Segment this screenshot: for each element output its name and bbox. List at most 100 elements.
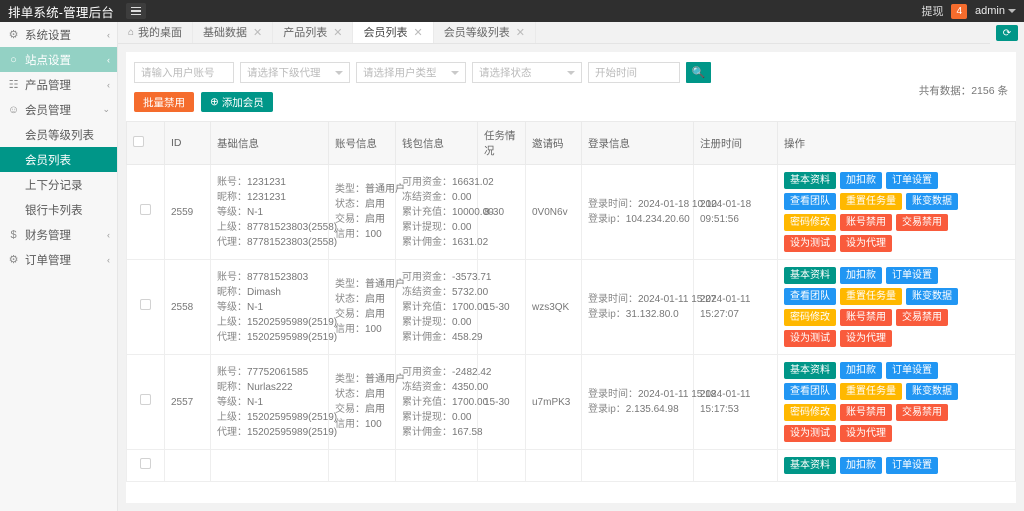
row-checkbox[interactable] <box>140 204 151 215</box>
op-button[interactable]: 查看团队 <box>784 193 836 210</box>
withdraw-link[interactable]: 提现 <box>921 3 943 19</box>
money-icon: $ <box>10 228 17 241</box>
op-button[interactable]: 订单设置 <box>886 267 938 284</box>
cell-task-status <box>477 449 526 482</box>
op-button[interactable]: 交易禁用 <box>896 309 948 326</box>
op-button[interactable]: 设为代理 <box>840 425 892 442</box>
op-button[interactable]: 加扣款 <box>840 457 882 474</box>
cell-register-time: 2024-01-11 15:17:53 <box>693 354 778 450</box>
op-button[interactable]: 密码修改 <box>784 309 836 326</box>
op-button[interactable]: 订单设置 <box>886 457 938 474</box>
tab-member-level-list[interactable]: 会员等级列表 ✕ <box>434 22 536 43</box>
close-icon[interactable]: ✕ <box>253 26 262 39</box>
op-button[interactable]: 重置任务量 <box>840 288 902 305</box>
status-select-label: 请选择状态 <box>479 67 532 79</box>
row-checkbox[interactable] <box>140 394 151 405</box>
op-button[interactable]: 账变数据 <box>906 288 958 305</box>
operation-row: 查看团队 重置任务量 账变数据 <box>784 193 1009 210</box>
agent-select[interactable]: 请选择下级代理 <box>240 62 350 83</box>
close-icon[interactable]: ✕ <box>413 26 422 39</box>
search-icon[interactable]: 🔍 <box>686 62 711 83</box>
table-row: 基本资料 加扣款 订单设置 <box>126 449 1016 482</box>
op-button[interactable]: 订单设置 <box>886 362 938 379</box>
op-button[interactable]: 密码修改 <box>784 214 836 231</box>
sidebar-item-label: 银行卡列表 <box>25 204 83 217</box>
operation-row: 密码修改 账号禁用 交易禁用 <box>784 309 1009 326</box>
sidebar-item-bank-card-list[interactable]: 银行卡列表 <box>0 197 117 222</box>
cell-login-info <box>581 449 694 482</box>
op-button[interactable]: 账变数据 <box>906 193 958 210</box>
op-button[interactable]: 账号禁用 <box>840 214 892 231</box>
cell-basic-info: 账号：1231231 昵称：1231231 等级：N-1 上级：87781523803… <box>210 164 337 260</box>
refresh-icon[interactable]: ⟳ <box>996 25 1018 41</box>
sidebar-item-label: 会员等级列表 <box>25 129 94 142</box>
op-button[interactable]: 加扣款 <box>840 362 882 379</box>
cell-account-info: 类型：普通用户 状态：启用 交易：启用 信用：100 <box>328 259 405 355</box>
op-button[interactable]: 重置任务量 <box>840 383 902 400</box>
add-member-button[interactable]: ⊕ 添加会员 <box>201 92 273 112</box>
row-checkbox[interactable] <box>140 299 151 310</box>
tab-label: 会员等级列表 <box>443 27 510 39</box>
select-all-header <box>126 121 165 165</box>
batch-disable-button[interactable]: 批量禁用 <box>134 92 194 112</box>
sidebar-item-member-list[interactable]: 会员列表 <box>0 147 117 172</box>
close-icon[interactable]: ✕ <box>516 26 525 39</box>
op-button[interactable]: 订单设置 <box>886 172 938 189</box>
op-button[interactable]: 设为代理 <box>840 330 892 347</box>
op-button[interactable]: 设为测试 <box>784 330 836 347</box>
chevron-down-icon <box>567 70 575 75</box>
sidebar-item-site-settings[interactable]: ○ 站点设置 ‹ <box>0 47 117 72</box>
sidebar-item-finance-management[interactable]: $ 财务管理 ‹ <box>0 222 117 247</box>
op-button[interactable]: 交易禁用 <box>896 404 948 421</box>
op-button[interactable]: 基本资料 <box>784 362 836 379</box>
tab-product-list[interactable]: 产品列表 ✕ <box>273 22 354 43</box>
sidebar-item-system-settings[interactable]: ⚙ 系统设置 ‹ <box>0 22 117 47</box>
sidebar-item-order-management[interactable]: ⚙ 订单管理 ‹ <box>0 247 117 272</box>
op-button[interactable]: 设为测试 <box>784 425 836 442</box>
close-icon[interactable]: ✕ <box>333 26 342 39</box>
column-header-wallet-info: 钱包信息 <box>395 121 478 165</box>
table-body: 2559 账号：1231231 昵称：1231231 等级：N-1 上级：8778152… <box>126 164 1016 482</box>
column-header-operations: 操作 <box>777 121 1016 165</box>
admin-menu[interactable]: admin <box>975 5 1016 17</box>
op-button[interactable]: 基本资料 <box>784 457 836 474</box>
op-button[interactable]: 交易禁用 <box>896 214 948 231</box>
op-button[interactable]: 加扣款 <box>840 267 882 284</box>
filter-bar: 请输入用户账号 请选择下级代理 请选择用户类型 请选择状态 开始时间 🔍 <box>126 52 1016 83</box>
start-time-input[interactable]: 开始时间 <box>588 62 680 83</box>
op-button[interactable]: 查看团队 <box>784 383 836 400</box>
tab-label: 基础数据 <box>203 27 248 39</box>
row-select-cell <box>126 354 165 450</box>
row-select-cell <box>126 164 165 260</box>
op-button[interactable]: 查看团队 <box>784 288 836 305</box>
op-button[interactable]: 账号禁用 <box>840 404 892 421</box>
usertype-select[interactable]: 请选择用户类型 <box>356 62 466 83</box>
sidebar-item-credit-records[interactable]: 上下分记录 <box>0 172 117 197</box>
row-checkbox[interactable] <box>140 457 151 469</box>
tab-my-desktop[interactable]: ⌂ 我的桌面 <box>118 22 194 43</box>
select-all-checkbox[interactable] <box>133 136 144 147</box>
op-button[interactable]: 账变数据 <box>906 383 958 400</box>
op-button[interactable]: 重置任务量 <box>840 193 902 210</box>
chevron-left-icon: ‹ <box>107 229 110 240</box>
op-button[interactable]: 基本资料 <box>784 172 836 189</box>
sidebar-item-product-management[interactable]: ☷ 产品管理 ‹ <box>0 72 117 97</box>
op-button[interactable]: 账号禁用 <box>840 309 892 326</box>
sidebar-item-label: 财务管理 <box>25 229 71 242</box>
op-button[interactable]: 设为代理 <box>840 235 892 252</box>
op-button[interactable]: 密码修改 <box>784 404 836 421</box>
status-select[interactable]: 请选择状态 <box>472 62 582 83</box>
sidebar-item-member-level-list[interactable]: 会员等级列表 <box>0 122 117 147</box>
tab-basic-data[interactable]: 基础数据 ✕ <box>193 22 274 43</box>
refresh-zone: ⟳ <box>990 22 1024 44</box>
op-button[interactable]: 基本资料 <box>784 267 836 284</box>
tab-member-list[interactable]: 会员列表 ✕ <box>353 22 434 43</box>
sidebar-item-member-management[interactable]: ☺ 会员管理 ⌄ <box>0 97 117 122</box>
op-button[interactable]: 加扣款 <box>840 172 882 189</box>
search-account-input[interactable]: 请输入用户账号 <box>134 62 234 83</box>
cell-operations: 基本资料 加扣款 订单设置 查看团队 重置任务量 账变数据 密码修改 账号禁用 交易禁用 设为测试… <box>777 259 1016 355</box>
column-header-basic-info: 基础信息 <box>210 121 329 165</box>
op-button[interactable]: 设为测试 <box>784 235 836 252</box>
hamburger-icon[interactable] <box>126 3 146 19</box>
cell-invite-code: u7mPK3 <box>525 354 582 450</box>
